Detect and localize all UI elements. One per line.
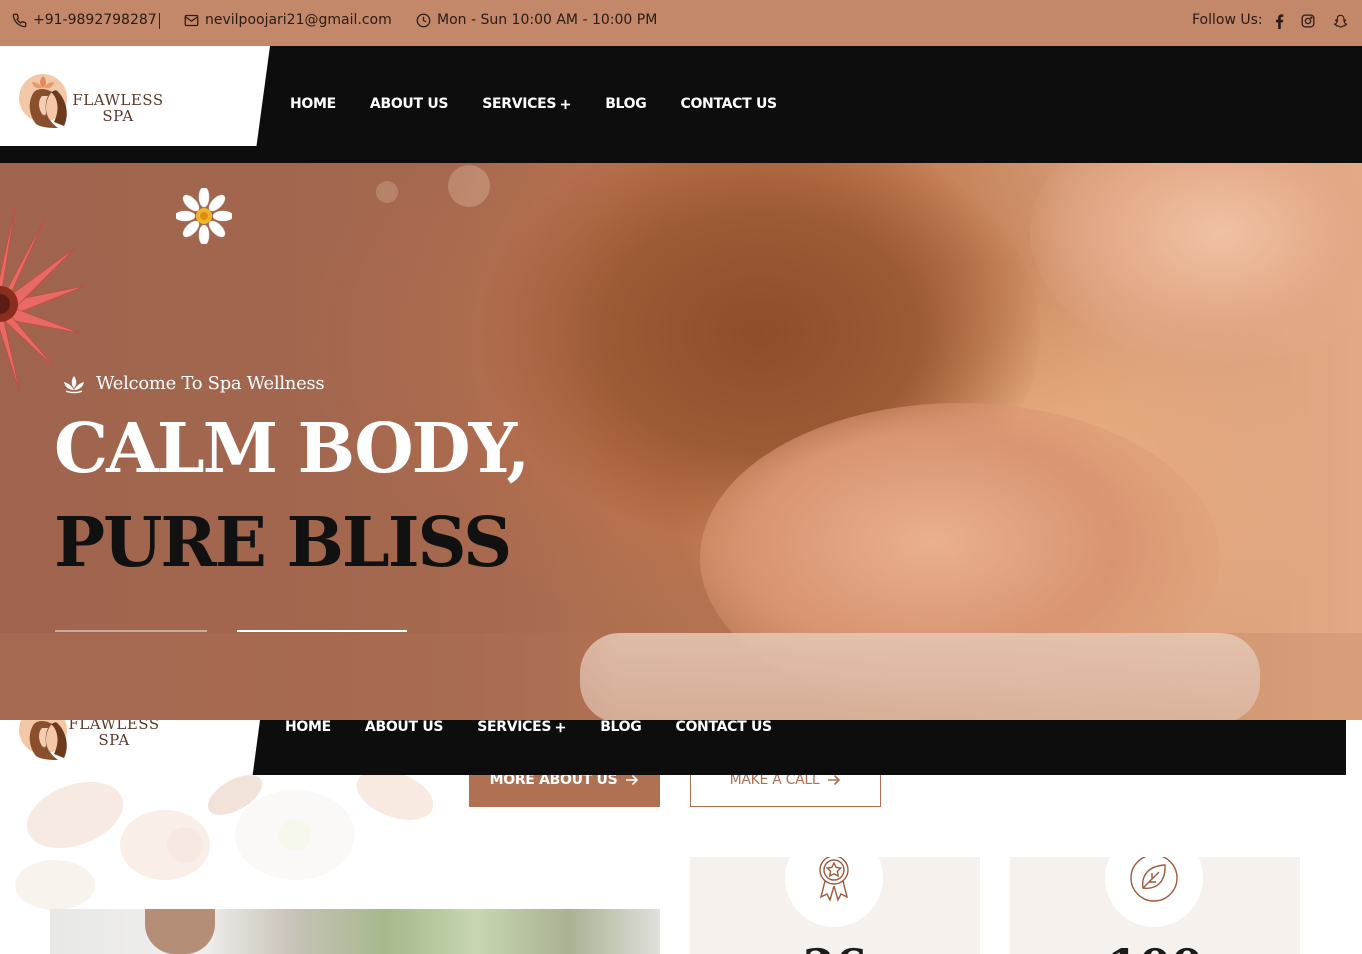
nav-services-label: SERVICES — [482, 96, 557, 112]
sticky-site-logo[interactable]: FLAWLESS SPA — [15, 720, 260, 775]
site-logo[interactable]: FLAWLESS SPA — [0, 46, 270, 146]
tagline-text: Welcome To Spa Wellness — [96, 373, 325, 394]
daisy-flower-icon — [176, 188, 232, 244]
top-bar: +91-9892798287 nevilpoojari21@gmail.com … — [0, 0, 1362, 46]
nav-about-us[interactable]: ABOUT US — [370, 96, 449, 112]
hero-image-hands — [1030, 163, 1362, 363]
phone-icon — [12, 13, 27, 27]
plus-icon — [556, 722, 566, 732]
main-header: FLAWLESS SPA HOME ABOUT US SERVICES BLOG… — [0, 46, 1362, 163]
nav-services-label: SERVICES — [477, 720, 552, 735]
sticky-nav: HOME ABOUT US SERVICES BLOG CONTACT US — [285, 720, 772, 735]
arrow-right-icon — [828, 774, 841, 785]
about-image — [50, 909, 660, 954]
brand-line2: SPA — [98, 731, 130, 749]
hours-text: Mon - Sun 10:00 AM - 10:00 PM — [437, 12, 658, 28]
sticky-header-edge — [1346, 720, 1362, 787]
nav-blog[interactable]: BLOG — [600, 720, 642, 735]
instagram-icon[interactable] — [1300, 12, 1316, 30]
hero-headline-line1: CALM BODY, — [54, 409, 530, 489]
envelope-icon — [184, 14, 199, 26]
stat-icon-wrapper — [1105, 857, 1203, 927]
nav-services[interactable]: SERVICES — [477, 720, 566, 735]
phone-number: +91-9892798287 — [33, 12, 157, 28]
stat-icon-wrapper — [785, 857, 883, 927]
hero-bottom-strip — [0, 633, 1362, 720]
nav-blog[interactable]: BLOG — [605, 96, 647, 112]
opening-hours: Mon - Sun 10:00 AM - 10:00 PM — [416, 12, 657, 28]
nav-services[interactable]: SERVICES — [482, 96, 571, 112]
clock-icon — [416, 13, 431, 27]
stat-card: 26 — [690, 857, 980, 954]
award-ribbon-icon — [819, 857, 849, 902]
lotus-face-logo-icon — [19, 720, 67, 760]
hero-headline-line2: PURE BLISS — [54, 503, 512, 583]
brand-line2: SPA — [102, 107, 134, 125]
leaf-icon — [1130, 857, 1178, 902]
nav-home[interactable]: HOME — [285, 720, 331, 735]
about-image-hands — [145, 909, 215, 954]
lotus-icon — [64, 375, 84, 393]
stat-number: 100 — [1010, 939, 1300, 954]
snapchat-icon[interactable] — [1332, 12, 1348, 30]
follow-label: Follow Us: — [1192, 12, 1263, 28]
pink-flower-icon — [0, 208, 85, 393]
nav-contact-us[interactable]: CONTACT US — [675, 720, 772, 735]
sticky-header: FLAWLESS SPA HOME ABOUT US SERVICES BLOG… — [15, 720, 1346, 775]
floral-decoration — [15, 775, 434, 910]
phone-contact[interactable]: +91-9892798287 — [12, 12, 157, 28]
arrow-right-icon — [626, 774, 639, 785]
nav-about-us[interactable]: ABOUT US — [365, 720, 444, 735]
slider-indicator-1[interactable] — [55, 630, 207, 632]
brand-name: FLAWLESS SPA — [68, 720, 160, 748]
divider — [159, 13, 160, 29]
brand-name: FLAWLESS SPA — [72, 92, 164, 124]
nav-contact-us[interactable]: CONTACT US — [680, 96, 777, 112]
main-nav: HOME ABOUT US SERVICES BLOG CONTACT US — [290, 96, 777, 112]
hero-slider: Welcome To Spa Wellness CALM BODY, PURE … — [0, 163, 1362, 720]
email-address: nevilpoojari21@gmail.com — [205, 12, 392, 28]
nav-home[interactable]: HOME — [290, 96, 336, 112]
plus-icon — [561, 99, 571, 109]
slider-indicator-2[interactable] — [237, 630, 407, 632]
hero-tagline: Welcome To Spa Wellness — [62, 373, 325, 394]
stat-number: 26 — [690, 939, 980, 954]
stat-card: 100 — [1010, 857, 1300, 954]
email-contact[interactable]: nevilpoojari21@gmail.com — [184, 12, 392, 28]
facebook-icon[interactable] — [1271, 12, 1287, 30]
lotus-face-logo-icon — [19, 74, 67, 128]
brand-line1: FLAWLESS — [72, 91, 164, 109]
